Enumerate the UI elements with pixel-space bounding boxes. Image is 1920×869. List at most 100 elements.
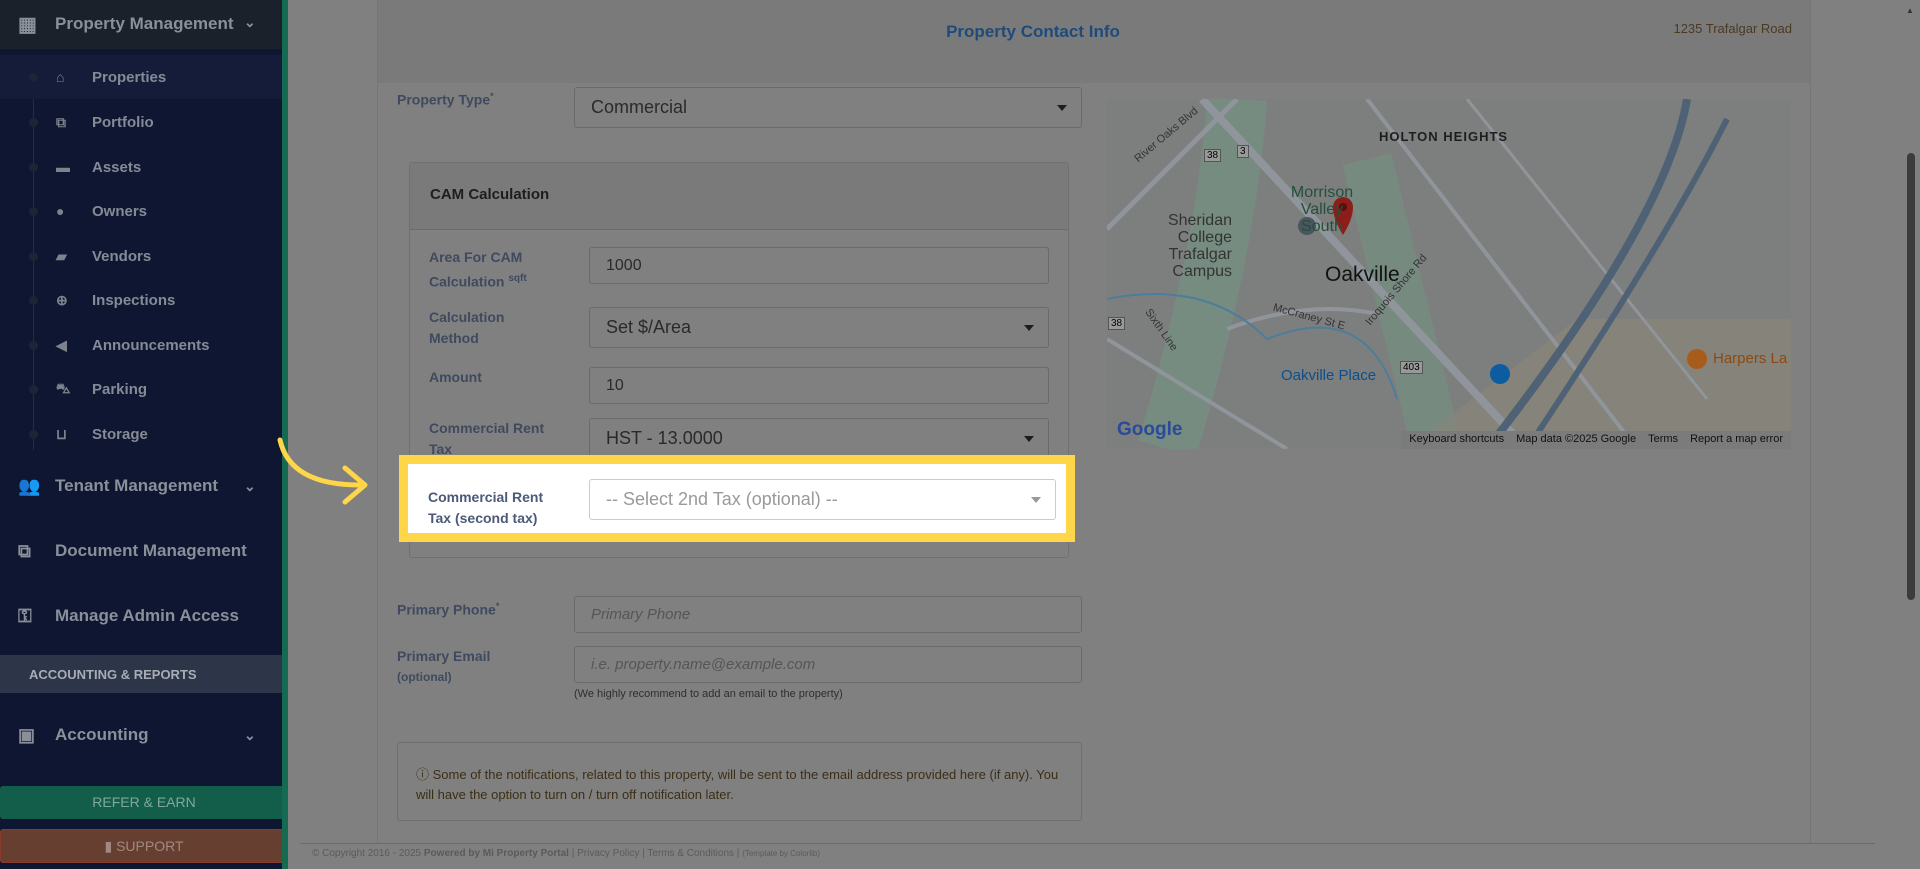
- sidebar-item-assets[interactable]: ▬ Assets: [0, 145, 282, 189]
- support-button[interactable]: ▮ SUPPORT: [0, 829, 288, 863]
- item-label: Portfolio: [92, 113, 154, 131]
- support-label: SUPPORT: [116, 838, 184, 854]
- sidebar: ▦ Property Management ⌄ ⌂ Properties ⧉ Por…: [0, 0, 288, 869]
- sidebar-item-portfolio[interactable]: ⧉ Portfolio: [0, 100, 282, 144]
- phone-input[interactable]: Primary Phone: [574, 596, 1082, 633]
- info-icon: ⓘ: [416, 767, 433, 782]
- sidebar-section-property-management[interactable]: ▦ Property Management ⌄: [0, 0, 282, 49]
- documents-icon: ⧉: [18, 540, 31, 561]
- key-icon: ⚿: [18, 605, 32, 626]
- sidebar-item-owners[interactable]: ● Owners: [0, 189, 282, 233]
- area-label: Area For CAM Calculation sqft: [429, 249, 527, 290]
- map-label: Oakville: [1325, 263, 1400, 286]
- arrow-pointer-icon: [277, 437, 368, 505]
- google-logo: Google: [1117, 419, 1183, 440]
- amount-input[interactable]: 10: [589, 367, 1049, 404]
- method-label: Calculation Method: [429, 309, 505, 346]
- sidebar-item-inspections[interactable]: ⊕ Inspections: [0, 278, 282, 322]
- item-label: Manage Admin Access: [55, 606, 239, 625]
- accounting-reports-header: ACCOUNTING & REPORTS: [0, 655, 282, 693]
- sidebar-item-manage-admin-access[interactable]: ⚿ Manage Admin Access: [0, 598, 282, 634]
- archive-icon: ▬: [56, 159, 70, 175]
- second-tax-label: Commercial Rent Tax (second tax): [428, 489, 544, 526]
- map-footer: Keyboard shortcuts Map data ©2025 Google…: [1401, 431, 1791, 449]
- panel-header: Property Contact Info 1235 Trafalgar Roa…: [378, 0, 1810, 83]
- sidebar-item-vendors[interactable]: ▰ Vendors: [0, 234, 282, 278]
- chevron-down-icon: ⌄: [244, 726, 256, 743]
- map-data-text: Map data ©2025 Google: [1516, 433, 1637, 445]
- home-icon: ⌂: [56, 69, 65, 85]
- bullhorn-icon: ◀: [56, 336, 67, 353]
- sidebar-item-tenant-management[interactable]: 👥 Tenant Management ⌄: [0, 468, 282, 504]
- sidebar-item-storage[interactable]: ⊔ Storage: [0, 412, 282, 456]
- map-label: Morrison Valley South: [1290, 184, 1354, 235]
- second-tax-select[interactable]: -- Select 2nd Tax (optional) --: [589, 479, 1056, 520]
- basket-icon: ⊔: [56, 425, 67, 442]
- item-label: Accounting: [55, 725, 149, 744]
- scrollbar-thumb[interactable]: [1907, 153, 1915, 600]
- email-input[interactable]: i.e. property.name@example.com: [574, 646, 1082, 683]
- search-plus-icon: ⊕: [56, 291, 68, 308]
- terms-link[interactable]: Terms: [1648, 433, 1678, 447]
- route-shield: 38: [1108, 317, 1126, 330]
- highlight-box: Commercial Rent Tax (second tax) -- Sele…: [399, 455, 1075, 542]
- book-icon: ▮: [104, 838, 117, 854]
- refer-earn-button[interactable]: REFER & EARN: [0, 786, 288, 819]
- chevron-down-icon: ⌄: [244, 14, 256, 30]
- sidebar-item-document-management[interactable]: ⧉ Document Management: [0, 533, 282, 569]
- scrollbar[interactable]: ▲: [1902, 0, 1920, 869]
- footer: © Copyright 2016 - 2025 Powered by Mi Pr…: [312, 848, 820, 859]
- caret-down-icon: [1031, 496, 1041, 503]
- calculation-method-select[interactable]: Set $/Area: [589, 307, 1049, 348]
- item-label: Inspections: [92, 291, 176, 309]
- caret-down-icon: [1057, 104, 1067, 111]
- powered-by-link[interactable]: Powered by Mi Property Portal: [424, 848, 569, 859]
- item-label: Storage: [92, 425, 148, 443]
- area-input[interactable]: 1000: [589, 247, 1049, 284]
- map-label: Sheridan College Trafalgar Campus: [1167, 212, 1232, 280]
- caret-down-icon: [1024, 435, 1034, 442]
- map[interactable]: HOLTON HEIGHTS Morrison Valley South She…: [1107, 99, 1791, 449]
- sidebar-item-parking[interactable]: ⛍ Parking: [0, 367, 282, 411]
- route-shield: 403: [1400, 361, 1423, 374]
- select-value: Commercial: [591, 97, 688, 117]
- tax-label: Commercial Rent Tax: [429, 420, 545, 457]
- property-address: 1235 Trafalgar Road: [1673, 21, 1792, 36]
- commercial-rent-tax-select[interactable]: HST - 13.0000: [589, 418, 1049, 459]
- route-shield: 38: [1204, 149, 1222, 162]
- scroll-up-icon[interactable]: ▲: [1906, 6, 1914, 15]
- privacy-link[interactable]: Privacy Policy: [577, 848, 639, 859]
- item-label: Assets: [92, 158, 142, 176]
- amount-label: Amount: [429, 369, 482, 385]
- property-type-label: Property Type*: [397, 91, 494, 108]
- users-icon: 👥: [18, 475, 41, 496]
- sidebar-item-announcements[interactable]: ◀ Announcements: [0, 323, 282, 367]
- item-label: Parking: [92, 380, 148, 398]
- item-label: Properties: [92, 68, 167, 86]
- cam-title: CAM Calculation: [410, 163, 1068, 230]
- sidebar-item-accounting[interactable]: ▣ Accounting ⌄: [0, 717, 282, 753]
- user-icon: ●: [56, 203, 65, 219]
- section-label: Property Management: [55, 14, 234, 33]
- item-label: Tenant Management: [55, 476, 219, 495]
- footer-divider: [300, 843, 1875, 844]
- caret-down-icon: [1024, 324, 1034, 331]
- item-label: Announcements: [92, 336, 210, 354]
- panel-title: Property Contact Info: [946, 22, 1120, 41]
- map-label: HOLTON HEIGHTS: [1379, 129, 1509, 144]
- email-hint: (We highly recommend to add an email to …: [574, 688, 843, 700]
- property-type-select[interactable]: Commercial: [574, 87, 1082, 128]
- money-icon: ▣: [18, 724, 36, 745]
- map-label: Harpers La: [1713, 350, 1788, 367]
- terms-link[interactable]: Terms & Conditions: [647, 848, 734, 859]
- sidebar-item-properties[interactable]: ⌂ Properties: [0, 55, 282, 99]
- item-label: Owners: [92, 202, 148, 220]
- map-label: Oakville Place: [1281, 367, 1377, 384]
- car-icon: ⛍: [56, 379, 71, 396]
- item-label: Document Management: [55, 541, 247, 560]
- report-error-link[interactable]: Report a map error: [1690, 433, 1783, 447]
- notification-notice: ⓘ Some of the notifications, related to …: [397, 742, 1082, 821]
- portfolio-icon: ⧉: [56, 113, 66, 130]
- chevron-down-icon: ⌄: [244, 477, 256, 494]
- keyboard-shortcuts-link[interactable]: Keyboard shortcuts: [1409, 433, 1504, 447]
